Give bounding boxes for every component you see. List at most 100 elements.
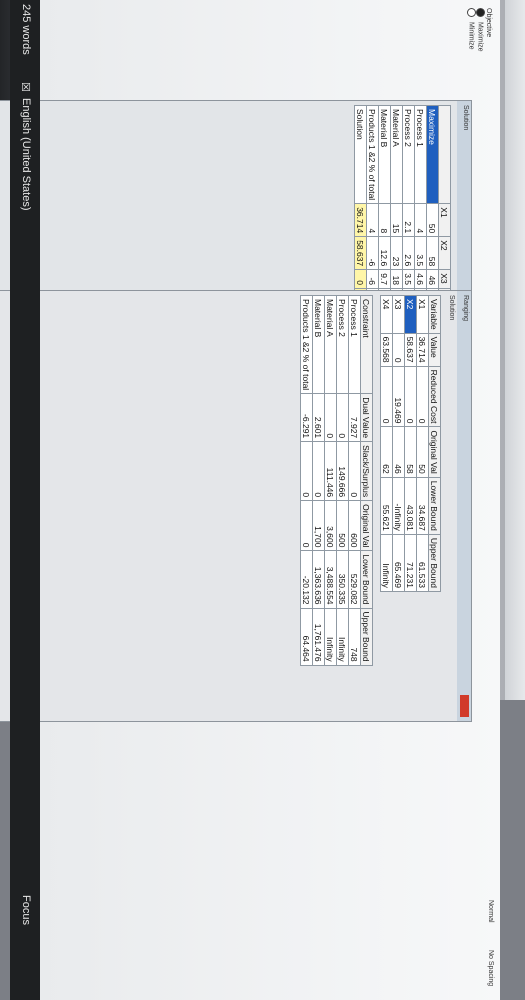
- table-cell[interactable]: 36.714: [416, 333, 429, 367]
- row-label[interactable]: X2: [404, 295, 417, 334]
- table-cell[interactable]: 350.335: [336, 550, 349, 609]
- table-cell[interactable]: -20.132: [300, 550, 313, 609]
- focus-button[interactable]: Focus: [20, 895, 32, 925]
- table-cell[interactable]: 2.6: [402, 236, 415, 270]
- row-label[interactable]: Process 1: [414, 105, 427, 204]
- ranging-titlebar[interactable]: Ranging: [457, 291, 471, 721]
- row-label[interactable]: Products 1 &2 % of total: [300, 295, 313, 394]
- table-cell[interactable]: 58.637: [404, 333, 417, 367]
- table-cell[interactable]: 58.637: [354, 236, 367, 270]
- table-cell[interactable]: 1,363.636: [312, 550, 325, 609]
- table-cell[interactable]: 0: [354, 269, 367, 289]
- table-cell[interactable]: 23: [390, 236, 403, 270]
- table-cell[interactable]: 7.927: [348, 393, 361, 442]
- table-cell[interactable]: Infinity: [380, 534, 393, 592]
- objective-option-maximize[interactable]: Maximize: [476, 8, 485, 78]
- row-label[interactable]: Process 1: [348, 295, 361, 394]
- table-cell[interactable]: 529.082: [348, 550, 361, 609]
- table-row[interactable]: Products 1 &2 % of total -6.291 0 0 -20.132 6…: [300, 295, 313, 666]
- table-row[interactable]: Process 1 7.927 0 600 529.082 748: [348, 295, 361, 666]
- table-cell[interactable]: -Infinity: [392, 477, 405, 535]
- table-cell[interactable]: 34.687: [416, 477, 429, 535]
- table-row[interactable]: Material A 0 111.446 3,600 3,488.554 Infinity: [324, 295, 337, 666]
- table-cell[interactable]: 149.666: [336, 441, 349, 501]
- table-cell[interactable]: 18: [390, 269, 403, 289]
- close-icon[interactable]: [460, 695, 469, 717]
- table-cell[interactable]: 9.7: [378, 269, 391, 289]
- row-label[interactable]: Products 1 &2 % of total: [366, 105, 379, 204]
- table-cell[interactable]: 4: [366, 203, 379, 237]
- row-label[interactable]: Material B: [312, 295, 325, 394]
- table-cell[interactable]: 46: [426, 269, 439, 289]
- table-cell[interactable]: 12.6: [378, 236, 391, 270]
- row-label[interactable]: Process 2: [402, 105, 415, 204]
- table-cell[interactable]: 50: [416, 426, 429, 478]
- table-cell[interactable]: 0: [380, 366, 393, 427]
- table-cell[interactable]: 0: [392, 333, 405, 367]
- table-cell[interactable]: Infinity: [336, 608, 349, 666]
- table-cell[interactable]: 58: [404, 426, 417, 478]
- table-cell[interactable]: 3,600: [324, 500, 337, 551]
- table-cell[interactable]: 55.621: [380, 477, 393, 535]
- table-cell[interactable]: 50: [426, 203, 439, 237]
- table-cell[interactable]: 0: [404, 366, 417, 427]
- style-no-spacing[interactable]: No Spacing: [487, 950, 494, 986]
- table-cell[interactable]: 2.601: [312, 393, 325, 442]
- table-cell[interactable]: 3.5: [402, 269, 415, 289]
- table-cell[interactable]: 1,761.476: [312, 608, 325, 666]
- proofing-icon[interactable]: ☒: [19, 82, 32, 92]
- table-cell[interactable]: 600: [348, 500, 361, 551]
- table-cell[interactable]: 2.1: [402, 203, 415, 237]
- objective-option-minimize[interactable]: Minimize: [467, 8, 476, 78]
- table-cell[interactable]: 8: [378, 203, 391, 237]
- table-cell[interactable]: 43.081: [404, 477, 417, 535]
- table-cell[interactable]: 61.533: [416, 534, 429, 592]
- table-cell[interactable]: -6.291: [300, 393, 313, 442]
- table-cell[interactable]: 58: [426, 236, 439, 270]
- table-cell[interactable]: 0: [416, 366, 429, 427]
- table-cell[interactable]: Infinity: [324, 608, 337, 666]
- table-cell[interactable]: -6: [366, 236, 379, 270]
- row-label[interactable]: Material A: [324, 295, 337, 394]
- table-cell[interactable]: 19.469: [392, 366, 405, 427]
- table-cell[interactable]: 62: [380, 426, 393, 478]
- table-cell[interactable]: 0: [336, 393, 349, 442]
- table-cell[interactable]: 1,700: [312, 500, 325, 551]
- table-cell[interactable]: 64.464: [300, 608, 313, 666]
- table-cell[interactable]: 63.568: [380, 333, 393, 367]
- table-cell[interactable]: 3,488.554: [324, 550, 337, 609]
- table-cell[interactable]: 15: [390, 203, 403, 237]
- table-cell[interactable]: 4.6: [414, 269, 427, 289]
- table-cell[interactable]: -6: [366, 269, 379, 289]
- style-normal[interactable]: Normal: [487, 900, 494, 923]
- row-label[interactable]: X3: [392, 295, 405, 334]
- row-label[interactable]: X1: [416, 295, 429, 334]
- table-cell[interactable]: 0: [348, 441, 361, 501]
- word-count[interactable]: 245 words: [20, 4, 32, 55]
- row-label[interactable]: Material A: [390, 105, 403, 204]
- table-cell[interactable]: 65.469: [392, 534, 405, 592]
- radio-selected-icon[interactable]: [476, 8, 485, 17]
- table-row[interactable]: X4 63.568 0 62 55.621 Infinity: [380, 295, 393, 592]
- table-row[interactable]: Process 2 0 149.666 500 350.335 Infinity: [336, 295, 349, 666]
- table-cell[interactable]: 4: [414, 203, 427, 237]
- table-cell[interactable]: 0: [300, 441, 313, 501]
- row-label[interactable]: Process 2: [336, 295, 349, 394]
- row-label[interactable]: Material B: [378, 105, 391, 204]
- table-cell[interactable]: 3.5: [414, 236, 427, 270]
- table-cell[interactable]: 0: [300, 500, 313, 551]
- language-indicator[interactable]: English (United States): [20, 98, 32, 211]
- row-label[interactable]: Maximize: [426, 105, 439, 204]
- table-row[interactable]: Material B 2.601 0 1,700 1,363.636 1,761.476: [312, 295, 325, 666]
- table-cell[interactable]: 0: [312, 441, 325, 501]
- table-cell[interactable]: 71.231: [404, 534, 417, 592]
- radio-icon[interactable]: [467, 8, 476, 17]
- table-cell[interactable]: 111.446: [324, 441, 337, 501]
- table-cell[interactable]: 748: [348, 608, 361, 666]
- table-row[interactable]: X1 36.714 0 50 34.687 61.533: [416, 295, 429, 592]
- row-label[interactable]: X4: [380, 295, 393, 334]
- table-cell[interactable]: 500: [336, 500, 349, 551]
- table-cell[interactable]: 0: [324, 393, 337, 442]
- table-cell[interactable]: 46: [392, 426, 405, 478]
- row-label[interactable]: Solution: [354, 105, 367, 204]
